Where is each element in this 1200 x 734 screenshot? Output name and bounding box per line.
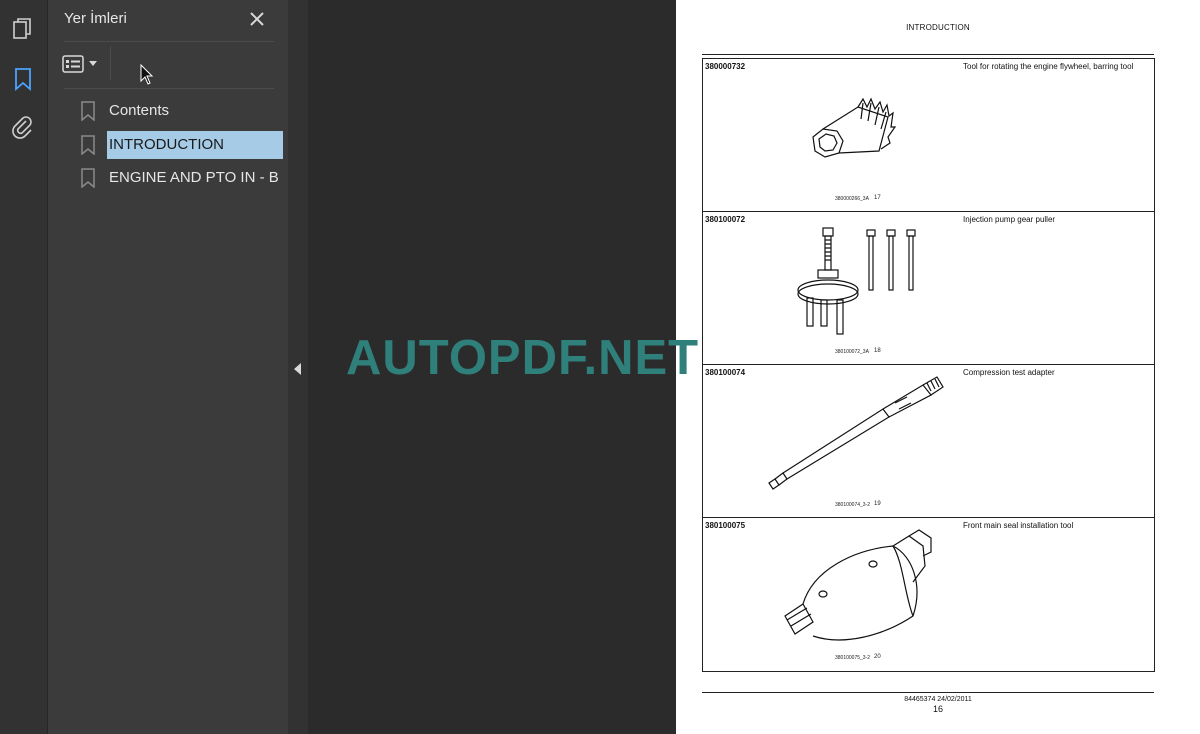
close-icon[interactable] <box>246 8 268 30</box>
bookmark-label: ENGINE AND PTO IN - B <box>109 169 279 186</box>
figure-caption: 380100072_3A <box>835 349 869 355</box>
tool-code: 380100072 <box>705 215 746 224</box>
seal-installation-tool-illustration <box>784 529 932 641</box>
tool-description: Front main seal installation tool <box>963 521 1074 530</box>
list-options-icon <box>62 55 84 73</box>
watermark-text: AUTOPDF.NET <box>346 331 700 385</box>
page-header: INTRODUCTION <box>906 23 970 32</box>
mouse-cursor-icon <box>140 64 154 85</box>
collapse-panel-icon[interactable] <box>294 363 301 375</box>
tool-description: Tool for rotating the engine flywheel, b… <box>963 62 1134 71</box>
divider <box>64 41 274 42</box>
paperclip-icon[interactable] <box>8 112 38 142</box>
figure-caption: 380000266_3A <box>835 196 869 202</box>
pages-icon[interactable] <box>8 14 38 44</box>
tool-description: Compression test adapter <box>963 368 1055 377</box>
figure-number: 18 <box>874 348 881 354</box>
toolbar-separator <box>110 46 111 80</box>
bookmark-item-engine-and-pto[interactable]: ENGINE AND PTO IN - B <box>80 164 281 192</box>
bookmark-icon <box>81 168 95 188</box>
barring-tool-illustration <box>812 97 897 158</box>
footer-rule <box>702 692 1154 693</box>
bookmark-icon <box>81 135 95 155</box>
panel-title: Yer İmleri <box>64 10 127 27</box>
table-row: 380100075 Front main seal installation t… <box>703 518 1154 670</box>
bookmark-icon[interactable] <box>8 64 38 94</box>
chevron-down-icon <box>89 61 97 66</box>
compression-adapter-illustration <box>768 376 944 490</box>
table-row: 380100074 Compression test adapter 38010… <box>703 365 1154 518</box>
divider <box>64 88 274 89</box>
page-number: 16 <box>932 704 943 714</box>
bookmark-icon <box>81 101 95 121</box>
table-row: 380100072 Injection pump gear puller 380… <box>703 212 1154 365</box>
document-reference: 84465374 24/02/2011 <box>904 696 972 703</box>
tool-code: 380000732 <box>705 62 746 71</box>
figure-number: 19 <box>874 501 881 507</box>
bookmark-item-introduction[interactable]: INTRODUCTION <box>80 131 283 159</box>
figure-number: 17 <box>874 195 881 201</box>
bookmark-item-contents[interactable]: Contents <box>80 97 171 125</box>
pdf-page: INTRODUCTION 380000732 Tool for rotating… <box>676 0 1200 734</box>
tool-code: 380100075 <box>705 521 746 530</box>
sidebar-rail <box>0 0 48 734</box>
figure-caption: 380100074_3-2 <box>835 502 871 508</box>
tool-description: Injection pump gear puller <box>963 215 1056 224</box>
bookmarks-panel: Yer İmleri Contents INTRODUCTION ENGINE … <box>48 0 288 734</box>
figure-caption: 380100075_3-2 <box>835 655 871 661</box>
tool-code: 380100074 <box>705 368 746 377</box>
header-rule <box>702 54 1154 55</box>
figure-number: 20 <box>874 654 881 660</box>
table-row: 380000732 Tool for rotating the engine f… <box>703 59 1154 212</box>
bookmark-options-button[interactable] <box>62 52 102 76</box>
tools-table: 380000732 Tool for rotating the engine f… <box>702 58 1155 672</box>
panel-splitter[interactable] <box>288 0 308 734</box>
gear-puller-illustration <box>797 227 916 335</box>
bookmark-label: Contents <box>109 102 170 119</box>
bookmark-label: INTRODUCTION <box>107 131 283 159</box>
